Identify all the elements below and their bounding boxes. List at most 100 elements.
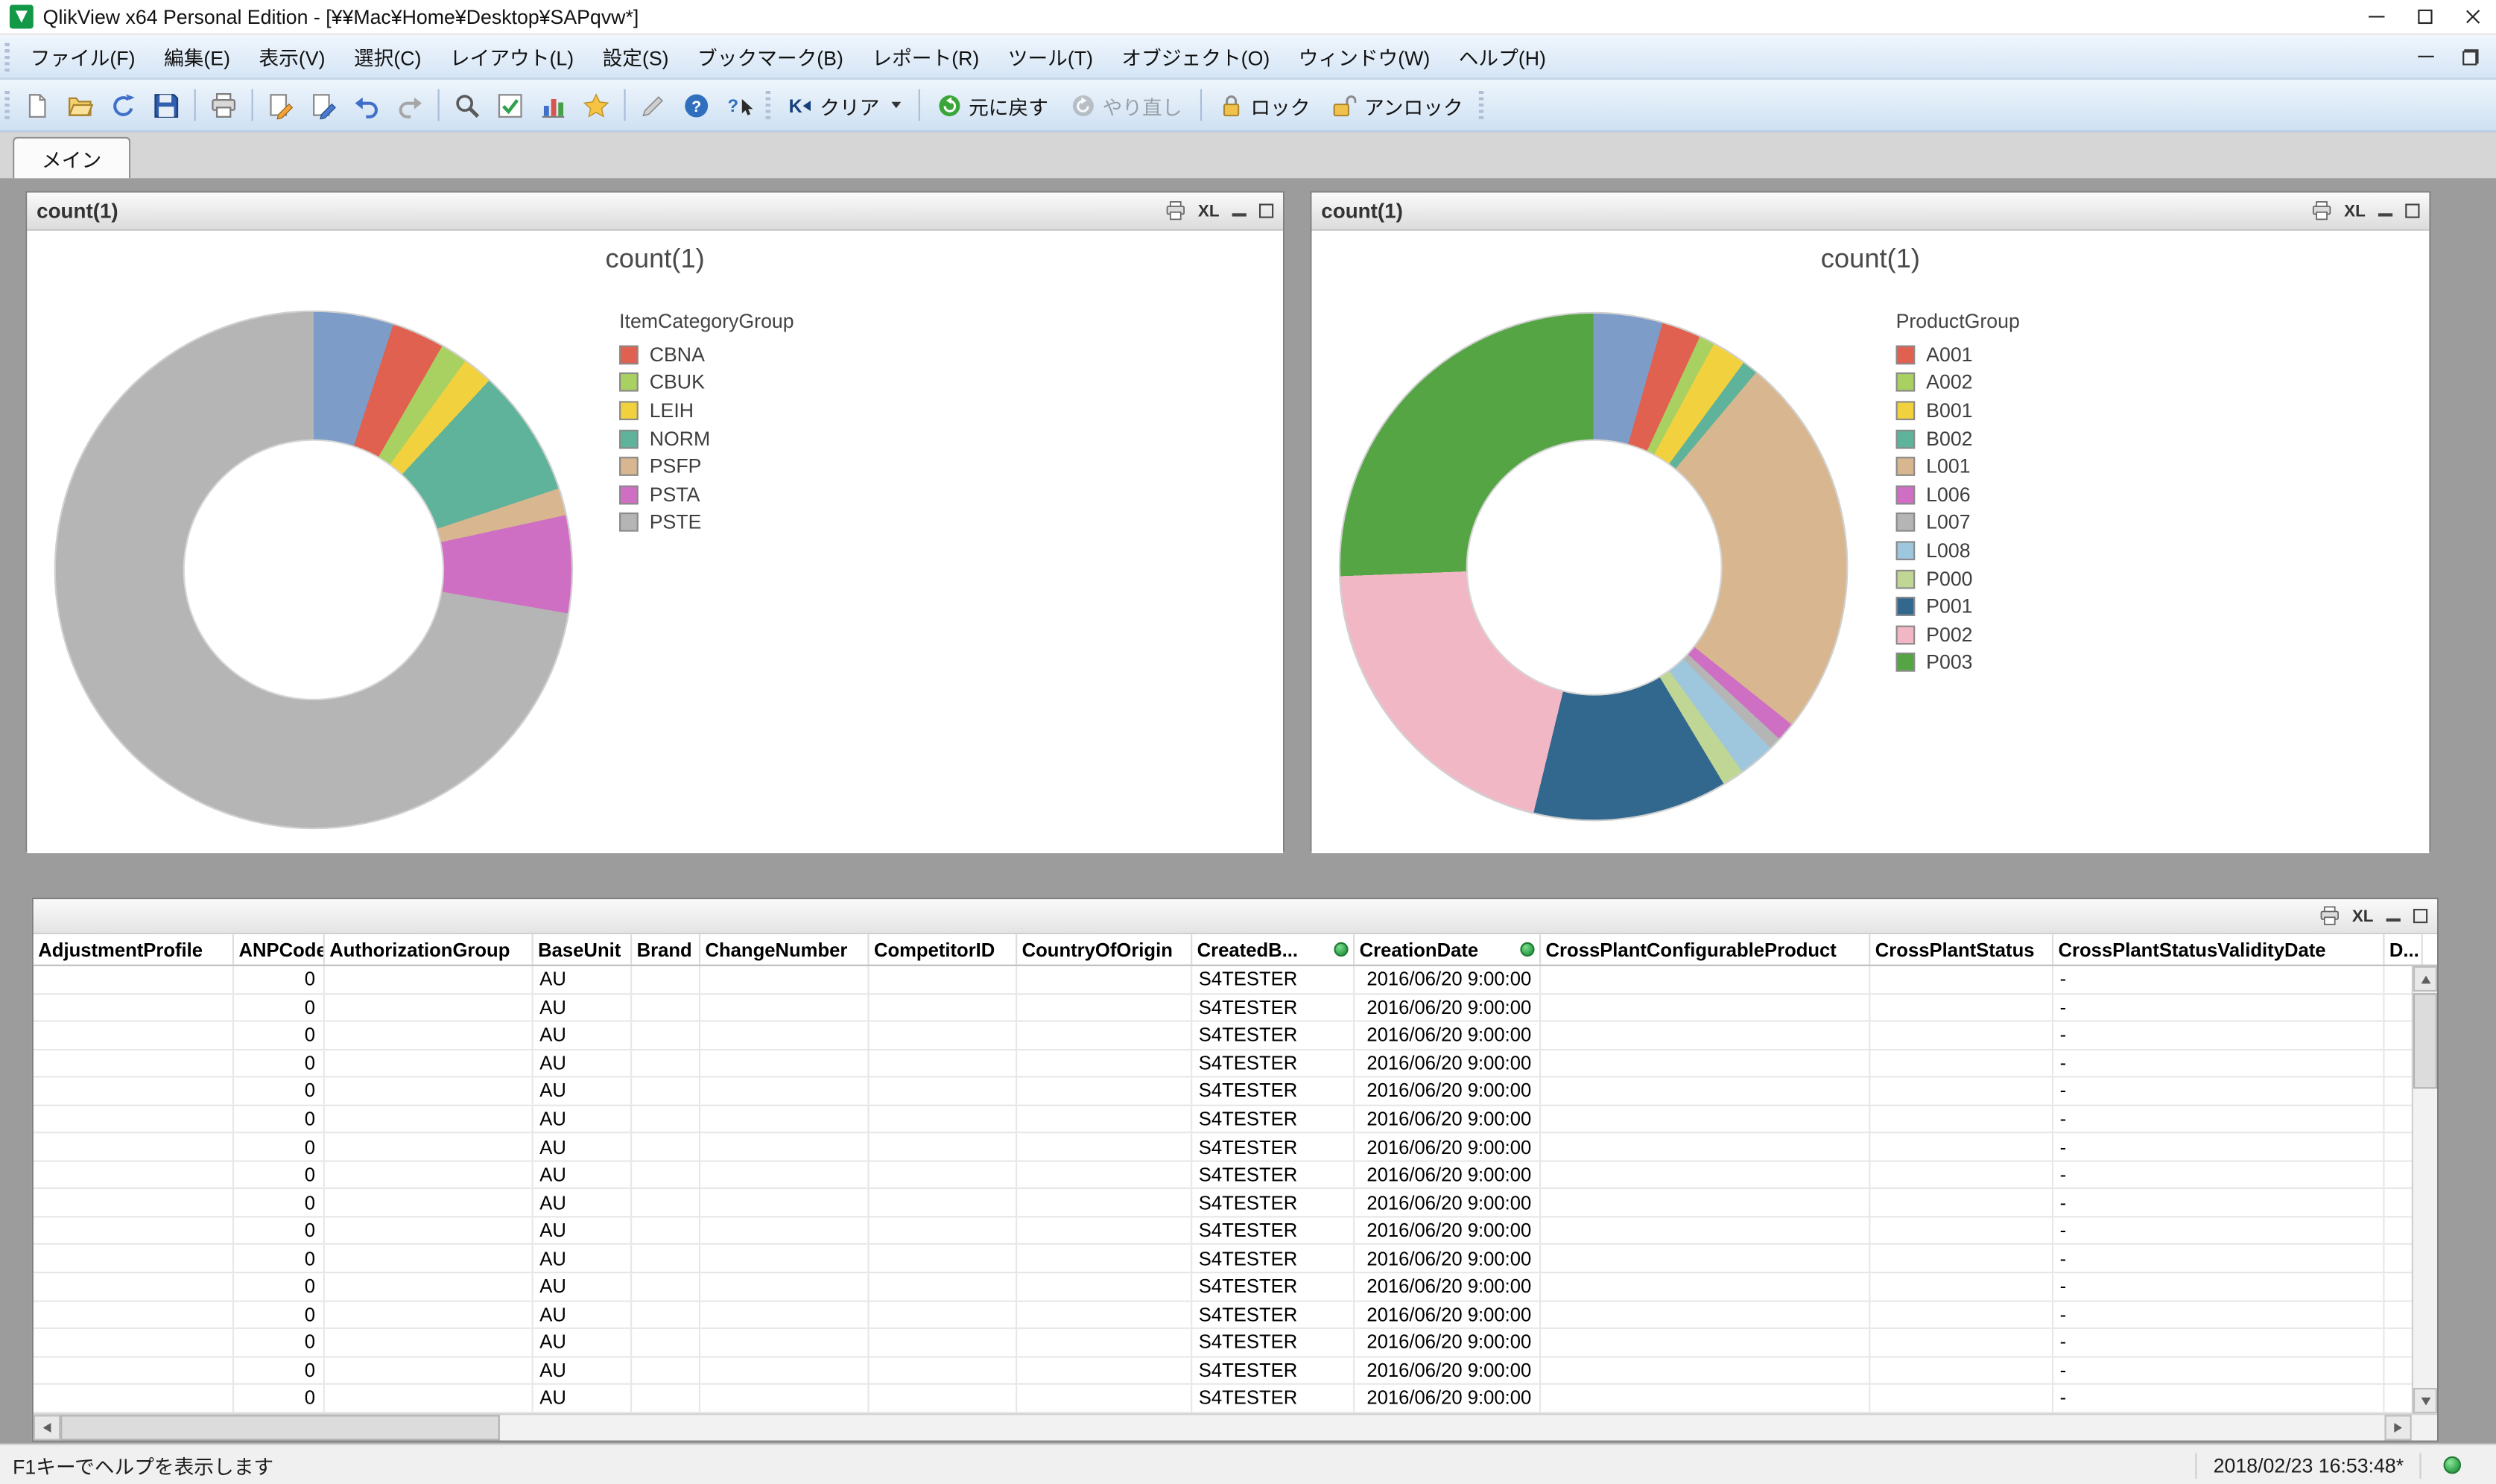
table-cell[interactable] <box>34 1050 234 1076</box>
table-cell[interactable]: - <box>2053 1273 2384 1299</box>
open-file-icon[interactable] <box>60 85 100 124</box>
minimize-object-button[interactable] <box>2378 206 2392 217</box>
clear-button[interactable]: Kクリア <box>777 85 912 124</box>
table-cell[interactable] <box>632 1385 700 1411</box>
redo-layout-icon[interactable] <box>390 85 429 124</box>
legend-item[interactable]: L008 <box>1896 536 2020 565</box>
menu-item[interactable]: ウィンドウ(W) <box>1284 35 1444 78</box>
table-cell[interactable] <box>700 1246 869 1272</box>
table-cell[interactable] <box>632 1246 700 1272</box>
legend-item[interactable]: B001 <box>1896 396 2020 425</box>
table-cell[interactable] <box>1541 966 1870 992</box>
table-cell[interactable] <box>1870 1106 2053 1132</box>
table-cell[interactable] <box>34 1246 234 1272</box>
scroll-down-button[interactable] <box>2413 1388 2437 1413</box>
table-cell[interactable]: 2016/06/20 9:00:00 <box>1355 1078 1541 1104</box>
legend-item[interactable]: P000 <box>1896 565 2020 593</box>
table-cell[interactable] <box>632 1357 700 1383</box>
table-cell[interactable] <box>325 1050 533 1076</box>
table-cell[interactable] <box>1870 1273 2053 1299</box>
search-icon[interactable] <box>447 85 487 124</box>
table-cell[interactable] <box>1017 1301 1192 1328</box>
menu-item[interactable]: ブックマーク(B) <box>683 35 858 78</box>
menu-item[interactable]: レイアウト(L) <box>436 35 589 78</box>
table-cell[interactable]: 0 <box>234 1217 325 1243</box>
table-cell[interactable] <box>1870 1246 2053 1272</box>
vertical-scroll-thumb[interactable] <box>2413 993 2437 1088</box>
table-cell[interactable] <box>700 1385 869 1411</box>
table-cell[interactable]: 2016/06/20 9:00:00 <box>1355 1385 1541 1411</box>
table-cell[interactable] <box>325 1106 533 1132</box>
table-cell[interactable] <box>1870 966 2053 992</box>
legend-item[interactable]: PSFP <box>619 453 794 481</box>
table-cell[interactable]: - <box>2053 1217 2384 1243</box>
quick-chart-icon[interactable] <box>533 85 573 124</box>
table-cell[interactable] <box>34 1273 234 1299</box>
legend-item[interactable]: CBUK <box>619 369 794 397</box>
table-cell[interactable] <box>34 966 234 992</box>
table-cell[interactable]: - <box>2053 1301 2384 1328</box>
table-cell[interactable]: 0 <box>234 1357 325 1383</box>
maximize-object-button[interactable] <box>2405 203 2419 218</box>
print-icon[interactable] <box>2310 200 2331 221</box>
notes-icon[interactable] <box>633 85 673 124</box>
table-cell[interactable] <box>1541 1246 1870 1272</box>
table-cell[interactable] <box>632 1134 700 1160</box>
table-cell[interactable] <box>325 1190 533 1216</box>
table-cell[interactable] <box>700 1161 869 1187</box>
chart-caption-bar[interactable]: count(1) XL <box>1311 193 2429 231</box>
table-cell[interactable] <box>1541 1134 1870 1160</box>
horizontal-scrollbar[interactable] <box>34 1413 2437 1440</box>
table-cell[interactable]: 2016/06/20 9:00:00 <box>1355 1246 1541 1272</box>
table-cell[interactable]: S4TESTER <box>1192 1273 1355 1299</box>
minimize-object-button[interactable] <box>1232 206 1247 217</box>
close-button[interactable] <box>2448 0 2496 34</box>
table-cell[interactable]: 2016/06/20 9:00:00 <box>1355 1106 1541 1132</box>
table-cell[interactable] <box>700 1022 869 1048</box>
legend-item[interactable]: PSTE <box>619 509 794 537</box>
undo-button[interactable]: 元に戻す <box>925 85 1059 124</box>
column-header[interactable]: CrossPlantStatus <box>1870 934 2053 965</box>
table-cell[interactable] <box>632 1106 700 1132</box>
table-cell[interactable] <box>1870 1329 2053 1355</box>
column-header[interactable]: CountryOfOrigin <box>1017 934 1192 965</box>
table-cell[interactable]: 2016/06/20 9:00:00 <box>1355 1357 1541 1383</box>
edit-module-icon[interactable] <box>304 85 343 124</box>
table-cell[interactable] <box>870 1050 1018 1076</box>
help-icon[interactable]: ? <box>677 85 716 124</box>
table-cell[interactable] <box>870 1385 1018 1411</box>
add-bookmark-icon[interactable] <box>576 85 615 124</box>
current-selections-icon[interactable] <box>490 85 530 124</box>
table-cell[interactable]: 2016/06/20 9:00:00 <box>1355 994 1541 1020</box>
table-cell[interactable]: - <box>2053 1022 2384 1048</box>
table-cell[interactable] <box>1870 1161 2053 1187</box>
table-cell[interactable] <box>1541 1273 1870 1299</box>
table-cell[interactable] <box>1541 1385 1870 1411</box>
table-cell[interactable]: 2016/06/20 9:00:00 <box>1355 1329 1541 1355</box>
table-cell[interactable]: 0 <box>234 1301 325 1328</box>
table-cell[interactable] <box>700 1050 869 1076</box>
maximize-button[interactable] <box>2401 0 2448 34</box>
table-cell[interactable]: - <box>2053 1190 2384 1216</box>
table-cell[interactable]: 2016/06/20 9:00:00 <box>1355 1190 1541 1216</box>
donut-chart[interactable] <box>56 312 571 828</box>
table-cell[interactable] <box>325 1022 533 1048</box>
table-cell[interactable]: 2016/06/20 9:00:00 <box>1355 966 1541 992</box>
legend-item[interactable]: L007 <box>1896 509 2020 537</box>
table-cell[interactable] <box>1541 1078 1870 1104</box>
table-cell[interactable] <box>870 966 1018 992</box>
legend-item[interactable]: P002 <box>1896 621 2020 649</box>
table-cell[interactable] <box>34 1106 234 1132</box>
undo-layout-icon[interactable] <box>347 85 387 124</box>
table-cell[interactable] <box>1541 1106 1870 1132</box>
legend-item[interactable]: L001 <box>1896 453 2020 481</box>
table-cell[interactable]: AU <box>533 1385 632 1411</box>
table-cell[interactable] <box>34 1078 234 1104</box>
table-cell[interactable]: AU <box>533 1078 632 1104</box>
table-cell[interactable]: 0 <box>234 1246 325 1272</box>
legend-item[interactable]: B002 <box>1896 425 2020 453</box>
table-cell[interactable]: - <box>2053 1246 2384 1272</box>
table-cell[interactable]: 0 <box>234 1078 325 1104</box>
table-cell[interactable] <box>1870 1078 2053 1104</box>
horizontal-scroll-thumb[interactable] <box>60 1415 500 1440</box>
